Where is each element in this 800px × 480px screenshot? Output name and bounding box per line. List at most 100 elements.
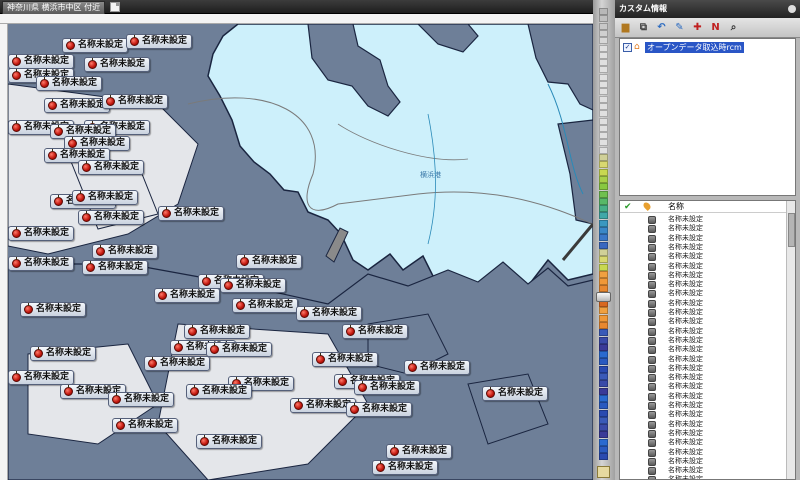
list-item[interactable]: 名称未設定 [620, 280, 787, 290]
edit-icon[interactable]: ✎ [673, 21, 686, 34]
marker-type-icon [648, 309, 656, 317]
poi-label[interactable]: 名称未設定 [82, 260, 149, 275]
list-item[interactable]: 名称未設定 [620, 364, 787, 373]
panel-close-icon[interactable] [788, 5, 796, 13]
zoom-scale-cell [599, 263, 608, 271]
zoom-knob[interactable] [596, 292, 611, 302]
zoom-scale-cell [599, 161, 608, 169]
list-item[interactable]: 名称未設定 [620, 373, 787, 383]
name-column-header[interactable]: 名称 [668, 201, 684, 213]
undo-icon[interactable]: ↶ [655, 21, 668, 34]
list-item[interactable]: 名称未設定 [620, 410, 787, 420]
zoom-slider[interactable] [593, 0, 615, 480]
poi-label[interactable]: 名称未設定 [8, 226, 75, 241]
list-item[interactable]: 名称未設定 [620, 345, 787, 355]
check-column-icon[interactable]: ✔ [624, 202, 632, 212]
tree-item-label[interactable]: オープンデータ取込時rcm [645, 42, 744, 53]
list-item-label: 名称未設定 [668, 466, 703, 475]
list-item[interactable]: 名称未設定 [620, 457, 787, 466]
list-item[interactable]: 名称未設定 [620, 215, 787, 224]
zoom-reset-button[interactable] [597, 466, 610, 478]
poi-label[interactable]: 名称未設定 [184, 324, 251, 339]
layer-add-icon[interactable]: ⧉ [637, 21, 650, 34]
list-item[interactable]: 名称未設定 [620, 466, 787, 476]
list-item-label: 名称未設定 [668, 270, 703, 279]
folder-icon[interactable]: ▆ [619, 21, 632, 34]
pin-column-icon[interactable] [642, 201, 652, 211]
map-canvas[interactable]: 横浜港 名称未設定 名称未設定 名称未設定 名称未設定 名称未設定 名称未設定 … [8, 24, 593, 480]
poi-label[interactable]: 名称未設定 [72, 190, 139, 205]
poi-label[interactable]: 名称未設定 [144, 356, 211, 371]
list-scrollbar[interactable] [786, 201, 795, 479]
list-item[interactable]: 名称未設定 [620, 327, 787, 336]
zoom-scale-cell [599, 438, 608, 446]
list-item[interactable]: 名称未設定 [620, 289, 787, 299]
zoom-scale-cell [599, 197, 608, 205]
list-item[interactable]: 名称未設定 [620, 429, 787, 438]
poi-label[interactable]: 名称未設定 [8, 54, 75, 69]
list-item[interactable]: 名称未設定 [620, 438, 787, 448]
poi-label[interactable]: 名称未設定 [20, 302, 87, 317]
list-item[interactable]: 名称未設定 [620, 392, 787, 401]
marker-type-icon [648, 290, 656, 299]
new-page-icon[interactable] [110, 2, 120, 12]
poi-label[interactable]: 名称未設定 [346, 402, 413, 417]
apple-marker-icon [48, 99, 57, 110]
list-item[interactable]: 名称未設定 [620, 317, 787, 327]
poi-label[interactable]: 名称未設定 [386, 444, 453, 459]
poi-label[interactable]: 名称未設定 [78, 210, 145, 225]
map-tab[interactable]: 神奈川県 横浜市中区 付近 [2, 1, 106, 14]
poi-label[interactable]: 名称未設定 [8, 256, 75, 271]
poi-label[interactable]: 名称未設定 [372, 460, 439, 475]
list-item[interactable]: 名称未設定 [620, 243, 787, 252]
poi-label[interactable]: 名称未設定 [126, 34, 193, 49]
list-item[interactable]: 名称未設定 [620, 224, 787, 234]
poi-label[interactable]: 名称未設定 [102, 94, 169, 109]
poi-label[interactable]: 名称未設定 [8, 370, 75, 385]
poi-label[interactable]: 名称未設定 [206, 342, 273, 357]
poi-label[interactable]: 名称未設定 [36, 76, 103, 91]
list-item[interactable]: 名称未設定 [620, 355, 787, 364]
add-marker-icon[interactable]: ✚ [691, 21, 704, 34]
list-scrollbar-thumb[interactable] [788, 213, 795, 247]
poi-label[interactable]: 名称未設定 [482, 386, 549, 401]
poi-label[interactable]: 名称未設定 [232, 298, 299, 313]
marker-name-icon[interactable]: N [709, 21, 722, 34]
poi-label[interactable]: 名称未設定 [354, 380, 421, 395]
poi-label[interactable]: 名称未設定 [62, 38, 129, 53]
list-item[interactable]: 名称未設定 [620, 336, 787, 345]
list-item[interactable]: 名称未設定 [620, 308, 787, 317]
list-item-label: 名称未設定 [668, 345, 703, 354]
list-item[interactable]: 名称未設定 [620, 382, 787, 392]
list-item[interactable]: 名称未設定 [620, 271, 787, 280]
list-item[interactable]: 名称未設定 [620, 420, 787, 429]
poi-label[interactable]: 名称未設定 [78, 160, 145, 175]
poi-label[interactable]: 名称未設定 [92, 244, 159, 259]
list-item[interactable]: 名称未設定 [620, 262, 787, 271]
list-item[interactable]: 名称未設定 [620, 448, 787, 457]
list-item[interactable]: 名称未設定 [620, 475, 787, 479]
apple-marker-icon [40, 77, 49, 88]
poi-label[interactable]: 名称未設定 [158, 206, 225, 221]
list-item[interactable]: 名称未設定 [620, 401, 787, 410]
tree-item-checkbox[interactable]: ✓ [623, 43, 632, 52]
poi-label[interactable]: 名称未設定 [154, 288, 221, 303]
poi-label[interactable]: 名称未設定 [196, 434, 263, 449]
poi-label[interactable]: 名称未設定 [220, 278, 287, 293]
search-zoom-icon[interactable]: ⌕ [727, 21, 740, 34]
poi-label[interactable]: 名称未設定 [342, 324, 409, 339]
poi-label[interactable]: 名称未設定 [108, 392, 175, 407]
list-item[interactable]: 名称未設定 [620, 252, 787, 262]
list-item[interactable]: 名称未設定 [620, 234, 787, 243]
apple-marker-icon [54, 125, 63, 136]
poi-label[interactable]: 名称未設定 [44, 98, 111, 113]
poi-label[interactable]: 名称未設定 [236, 254, 303, 269]
poi-label[interactable]: 名称未設定 [312, 352, 379, 367]
poi-label[interactable]: 名称未設定 [84, 57, 151, 72]
poi-label[interactable]: 名称未設定 [30, 346, 97, 361]
poi-label[interactable]: 名称未設定 [296, 306, 363, 321]
poi-label[interactable]: 名称未設定 [404, 360, 471, 375]
poi-label[interactable]: 名称未設定 [112, 418, 179, 433]
poi-label[interactable]: 名称未設定 [186, 384, 253, 399]
list-item[interactable]: 名称未設定 [620, 299, 787, 308]
